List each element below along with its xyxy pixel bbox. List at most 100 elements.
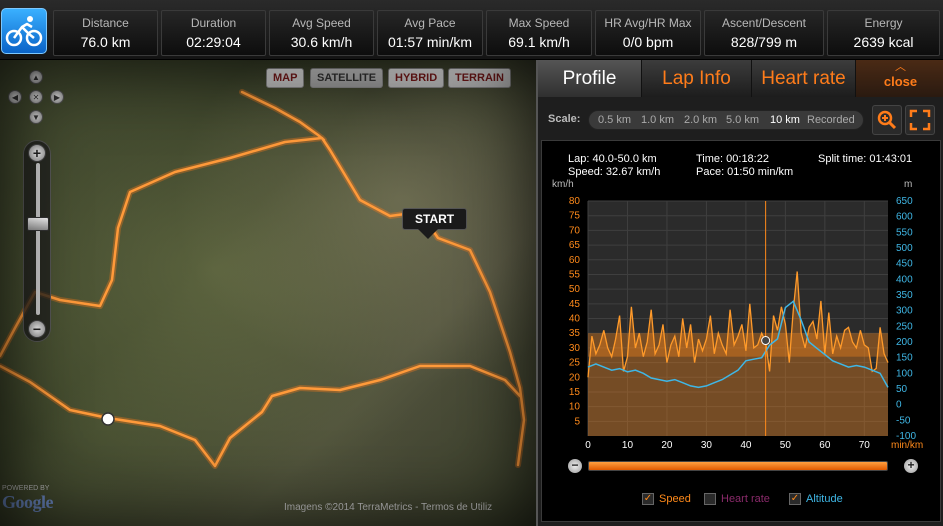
start-pointer-icon [418,229,438,239]
zoom-thumb[interactable] [27,217,49,231]
stat-avg-speed: Avg Speed 30.6 km/h [269,10,374,56]
close-button[interactable]: ︿ close [856,60,943,97]
left-tick-label: 55 [569,269,581,280]
left-tick-label: 25 [569,358,581,369]
stat-value: 2639 kcal [853,34,914,50]
left-tick-label: 60 [569,255,581,266]
right-tick-label: 500 [896,243,913,254]
tab-heart-rate[interactable]: Heart rate [752,60,856,97]
chart-canvas: 5101520253035404550556065707580-100-5005… [569,196,923,451]
left-tick-label: 75 [569,211,581,222]
left-tick-label: 5 [574,416,580,427]
scale-option-active[interactable]: 10 km [770,114,800,126]
scale-option[interactable]: Recorded [807,114,855,126]
pan-right-icon[interactable]: ▶ [50,90,64,104]
left-tick-label: 10 [569,402,581,413]
stat-label: Avg Speed [292,16,351,30]
right-tick-label: 400 [896,274,913,285]
scale-option[interactable]: 5.0 km [726,114,759,126]
bicycle-icon[interactable] [1,8,47,54]
legend-speed[interactable]: ✓ Speed [642,493,691,505]
zoom-slider[interactable]: + − [23,140,51,342]
google-wordmark: Google [2,492,54,512]
right-tick-label: 350 [896,290,913,301]
chevron-up-icon: ︿ [895,61,906,73]
google-logo: POWERED BY Google [2,485,54,513]
zoom-in-icon[interactable]: + [28,144,46,162]
range-minus-icon[interactable]: − [568,459,582,473]
map-type-map[interactable]: MAP [266,68,305,88]
stat-ascent-descent: Ascent/Descent 828/799 m [704,10,824,56]
x-tick-label: 50 [780,440,792,451]
right-tick-label: 100 [896,368,913,379]
stat-label: Duration [190,16,237,30]
checkbox-checked-icon[interactable]: ✓ [789,493,801,505]
right-tick-label: 50 [896,384,908,395]
start-label: START [402,208,468,230]
zoom-magnifier-icon[interactable] [872,105,902,135]
scale-option[interactable]: 2.0 km [684,114,717,126]
stat-label: Distance [82,16,129,30]
pan-reset-icon[interactable]: ✕ [29,90,43,104]
left-tick-label: 80 [569,196,581,207]
checkbox-checked-icon[interactable]: ✓ [642,493,654,505]
profile-panel: Profile Lap Info Heart rate ︿ close Scal… [536,60,943,526]
legend-label: Altitude [806,493,843,505]
x-tick-label: 60 [819,440,831,451]
x-tick-label: 70 [859,440,871,451]
range-plus-icon[interactable]: + [904,459,918,473]
x-tick-label: 20 [661,440,673,451]
scale-selector: 0.5 km 1.0 km 2.0 km 5.0 km 10 km Record… [588,110,864,130]
right-tick-label: -50 [896,415,911,426]
checkbox-empty-icon[interactable] [704,493,716,505]
stat-duration: Duration 02:29:04 [161,10,266,56]
left-tick-label: 35 [569,328,581,339]
tab-lap-info[interactable]: Lap Info [642,60,752,97]
route-map[interactable]: MAP SATELLITE HYBRID TERRAIN ▲ ◀ ✕ ▶ ▼ +… [0,60,536,526]
pan-control: ▲ ◀ ✕ ▶ ▼ [6,68,66,128]
left-tick-label: 40 [569,314,581,325]
scale-option[interactable]: 0.5 km [598,114,631,126]
stat-max-speed: Max Speed 69.1 km/h [486,10,592,56]
right-tick-label: 0 [896,400,902,411]
map-type-terrain[interactable]: TERRAIN [448,68,511,88]
x-tick-label: 0 [585,440,591,451]
left-tick-label: 30 [569,343,581,354]
left-tick-label: 45 [569,299,581,310]
stat-value: 02:29:04 [186,34,241,50]
powered-by-label: POWERED BY [2,485,50,492]
stat-distance: Distance 76.0 km [53,10,158,56]
pan-down-icon[interactable]: ▼ [29,110,43,124]
stat-value: 69.1 km/h [508,34,570,50]
stat-heart-rate: HR Avg/HR Max 0/0 bpm [595,10,701,56]
legend-label: Heart rate [721,493,770,505]
legend-heart-rate[interactable]: Heart rate [704,493,770,505]
close-label: close [883,74,918,89]
zoom-out-icon[interactable]: − [28,320,46,338]
legend-label: Speed [659,493,691,505]
scale-label: Scale: [548,113,581,125]
cursor-dot [761,336,771,346]
map-copyright[interactable]: Imagens ©2014 TerraMetrics - Termos de U… [284,502,492,513]
map-type-satellite[interactable]: SATELLITE [310,68,384,88]
right-tick-label: 300 [896,306,913,317]
right-tick-label: 450 [896,259,913,270]
left-tick-label: 50 [569,284,581,295]
scale-option[interactable]: 1.0 km [641,114,674,126]
left-tick-label: 15 [569,387,581,398]
stat-value: 76.0 km [80,34,131,50]
right-tick-label: 250 [896,321,913,332]
stat-label: HR Avg/HR Max [604,16,692,30]
pan-left-icon[interactable]: ◀ [8,90,22,104]
map-type-hybrid[interactable]: HYBRID [388,68,445,88]
legend-altitude[interactable]: ✓ Altitude [789,493,843,505]
stats-bar: Distance 76.0 km Duration 02:29:04 Avg Spe… [0,0,943,60]
x-axis-unit: min/km [891,440,923,451]
fullscreen-icon[interactable] [905,105,935,135]
stat-label: Avg Pace [404,16,456,30]
tab-profile[interactable]: Profile [538,60,642,97]
distance-range-slider[interactable] [588,461,888,471]
profile-chart[interactable]: Lap: 40.0-50.0 km Speed: 32.67 km/h Time… [541,140,941,522]
right-tick-label: 550 [896,227,913,238]
pan-up-icon[interactable]: ▲ [29,70,43,84]
